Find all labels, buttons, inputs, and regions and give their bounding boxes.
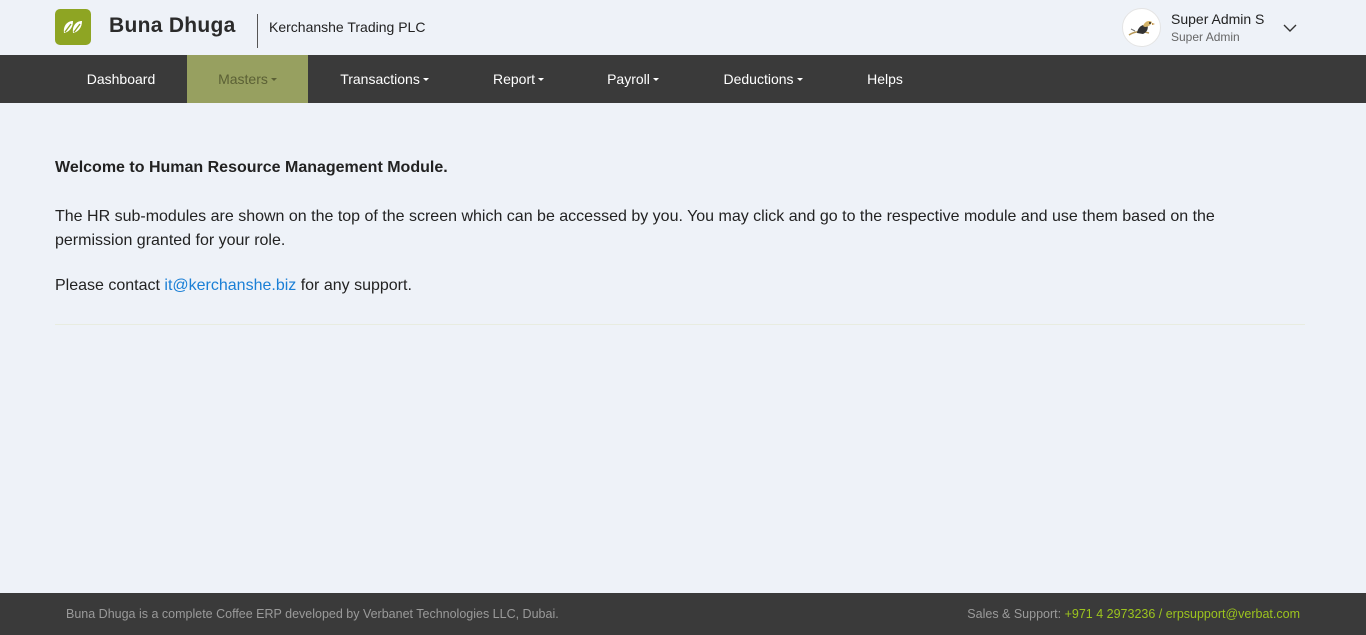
brand-divider — [257, 14, 258, 48]
nav-transactions-label: Transactions — [340, 71, 420, 87]
nav-deductions[interactable]: Deductions — [705, 55, 821, 103]
nav-dashboard[interactable]: Dashboard — [70, 55, 172, 103]
user-role: Super Admin — [1171, 30, 1240, 44]
bird-avatar — [1122, 8, 1161, 47]
nav-masters[interactable]: Masters — [187, 55, 308, 103]
coffee-leaves-icon[interactable] — [55, 9, 91, 45]
caret-down-icon — [796, 78, 803, 81]
user-menu[interactable]: Super Admin S Super Admin — [1122, 8, 1312, 48]
nav-deductions-label: Deductions — [723, 71, 794, 87]
welcome-heading: Welcome to Human Resource Management Mod… — [55, 159, 448, 176]
user-name: Super Admin S — [1171, 11, 1265, 27]
contact-prefix: Please contact — [55, 277, 165, 294]
caret-down-icon — [422, 78, 429, 81]
nav-helps-label: Helps — [867, 71, 903, 87]
support-label: Sales & Support: — [967, 607, 1065, 621]
support-email-link[interactable]: it@kerchanshe.biz — [164, 277, 296, 294]
caret-down-icon — [538, 78, 545, 81]
footer: Buna Dhuga is a complete Coffee ERP deve… — [0, 593, 1366, 635]
nav-masters-label: Masters — [218, 71, 268, 87]
top-header: Buna Dhuga Kerchanshe Trading PLC Super … — [0, 0, 1366, 55]
footer-support: Sales & Support: +971 4 2973236 / erpsup… — [967, 607, 1300, 621]
nav-report[interactable]: Report — [476, 55, 561, 103]
caret-down-icon — [270, 78, 277, 81]
chevron-down-icon[interactable] — [1282, 20, 1298, 36]
nav-transactions[interactable]: Transactions — [323, 55, 446, 103]
nav-payroll[interactable]: Payroll — [591, 55, 675, 103]
contact-suffix: for any support. — [296, 277, 412, 294]
company-name: Kerchanshe Trading PLC — [269, 19, 426, 35]
nav-payroll-label: Payroll — [607, 71, 650, 87]
footer-credits: Buna Dhuga is a complete Coffee ERP deve… — [66, 607, 559, 621]
main-navbar: Dashboard Masters Transactions Report Pa… — [0, 55, 1366, 103]
nav-helps[interactable]: Helps — [851, 55, 919, 103]
nav-report-label: Report — [492, 71, 536, 87]
module-description: The HR sub-modules are shown on the top … — [55, 208, 1215, 249]
support-contact: Please contact it@kerchanshe.biz for any… — [55, 277, 412, 295]
brand-name[interactable]: Buna Dhuga — [109, 14, 236, 38]
caret-down-icon — [652, 78, 659, 81]
support-contact-link[interactable]: +971 4 2973236 / erpsupport@verbat.com — [1065, 607, 1300, 621]
nav-dashboard-label: Dashboard — [86, 71, 156, 87]
welcome-panel: Welcome to Human Resource Management Mod… — [55, 103, 1305, 325]
